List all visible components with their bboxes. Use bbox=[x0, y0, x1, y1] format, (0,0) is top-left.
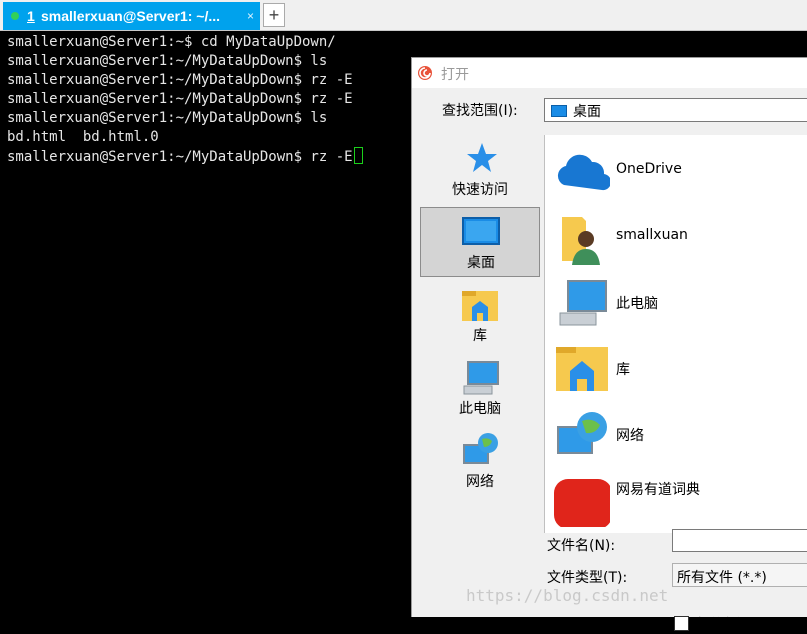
file-item-onedrive[interactable]: OneDrive bbox=[545, 139, 807, 201]
star-icon bbox=[467, 143, 497, 172]
tab-title: smallerxuan@Server1: ~/... bbox=[41, 8, 221, 24]
place-label: 库 bbox=[473, 328, 487, 344]
filename-input[interactable] bbox=[672, 529, 807, 552]
computer-icon bbox=[463, 361, 499, 395]
watermark-text: https://blog.csdn.net bbox=[466, 586, 669, 605]
new-tab-button[interactable]: + bbox=[263, 3, 285, 27]
file-name: OneDrive bbox=[616, 161, 682, 177]
terminal-line: smallerxuan@Server1:~/MyDataUpDown$ rz -… bbox=[7, 72, 353, 88]
filetype-value: 所有文件 (*.*) bbox=[677, 570, 767, 586]
cloud-icon bbox=[557, 154, 610, 191]
tab-bar: 1 smallerxuan@Server1: ~/... × + bbox=[0, 0, 807, 31]
network-icon bbox=[463, 433, 498, 464]
terminal-line: smallerxuan@Server1:~/MyDataUpDown$ rz -… bbox=[7, 149, 353, 165]
terminal-line: smallerxuan@Server1:~$ cd MyDataUpDown/ bbox=[7, 34, 336, 50]
file-name: 库 bbox=[616, 362, 630, 378]
look-in-dropdown[interactable]: 桌面 bbox=[544, 98, 807, 122]
terminal-line: smallerxuan@Server1:~/MyDataUpDown$ ls bbox=[7, 53, 328, 69]
library-icon bbox=[462, 291, 498, 321]
filename-label: 文件名(N): bbox=[547, 538, 616, 554]
places-bar: 快速访问 桌面 库 此电脑 网络 bbox=[420, 135, 540, 575]
computer-icon bbox=[559, 280, 607, 326]
place-network[interactable]: 网络 bbox=[420, 427, 540, 497]
file-item-user-folder[interactable]: smallxuan bbox=[545, 205, 807, 267]
place-label: 网络 bbox=[466, 474, 494, 490]
place-quick-access[interactable]: 快速访问 bbox=[420, 135, 540, 205]
library-icon bbox=[556, 347, 608, 391]
dialog-body: 查找范围(I): 桌面 快速访问 桌面 库 此电脑 网络 OneDrive sm… bbox=[412, 88, 807, 633]
file-list[interactable]: OneDrive smallxuan 此电脑 库 网络 网易有道词典 bbox=[544, 135, 807, 533]
place-label: 快速访问 bbox=[452, 182, 508, 198]
tab-close-icon[interactable]: × bbox=[247, 2, 254, 30]
network-icon bbox=[557, 412, 607, 454]
terminal-line: smallerxuan@Server1:~/MyDataUpDown$ rz -… bbox=[7, 91, 353, 107]
tab-number: 1 bbox=[27, 8, 35, 24]
terminal-prompt-line: smallerxuan@Server1:~/MyDataUpDown$ rz -… bbox=[7, 147, 363, 166]
connected-status-icon bbox=[11, 12, 19, 20]
look-in-label: 查找范围(I): bbox=[442, 103, 518, 119]
session-tab[interactable]: 1 smallerxuan@Server1: ~/... × bbox=[3, 2, 260, 30]
file-item-network[interactable]: 网络 bbox=[545, 403, 807, 465]
terminal-line: bd.html bd.html.0 bbox=[7, 129, 159, 145]
filetype-label: 文件类型(T): bbox=[547, 570, 628, 586]
terminal-line: smallerxuan@Server1:~/MyDataUpDown$ ls bbox=[7, 110, 328, 126]
place-this-pc[interactable]: 此电脑 bbox=[420, 354, 540, 424]
file-name: 此电脑 bbox=[616, 296, 658, 312]
place-label: 桌面 bbox=[467, 255, 495, 271]
place-libraries[interactable]: 库 bbox=[420, 281, 540, 351]
place-desktop[interactable]: 桌面 bbox=[420, 207, 540, 277]
place-label: 此电脑 bbox=[459, 401, 501, 417]
open-file-dialog: 打开 查找范围(I): 桌面 快速访问 桌面 库 此电脑 网络 OneDrive… bbox=[411, 57, 807, 633]
terminal-cursor bbox=[353, 147, 363, 164]
ascii-checkbox-label: 发送文件到ASCII bbox=[693, 617, 800, 633]
filetype-dropdown[interactable]: 所有文件 (*.*) bbox=[672, 563, 807, 587]
look-in-value: 桌面 bbox=[573, 104, 601, 120]
ascii-checkbox[interactable] bbox=[674, 616, 689, 631]
desktop-icon bbox=[551, 105, 567, 117]
file-name: 网络 bbox=[616, 428, 644, 444]
file-item-libraries[interactable]: 库 bbox=[545, 337, 807, 399]
file-item-this-pc[interactable]: 此电脑 bbox=[545, 271, 807, 333]
youdao-dict-icon bbox=[554, 479, 610, 527]
desktop-icon bbox=[462, 217, 500, 245]
user-folder-icon bbox=[562, 217, 600, 265]
file-name: 网易有道词典 bbox=[616, 482, 700, 498]
dialog-title: 打开 bbox=[441, 67, 469, 83]
file-item-youdao[interactable]: 网易有道词典 bbox=[545, 465, 807, 527]
file-name: smallxuan bbox=[616, 227, 688, 243]
app-logo-icon bbox=[418, 66, 432, 80]
